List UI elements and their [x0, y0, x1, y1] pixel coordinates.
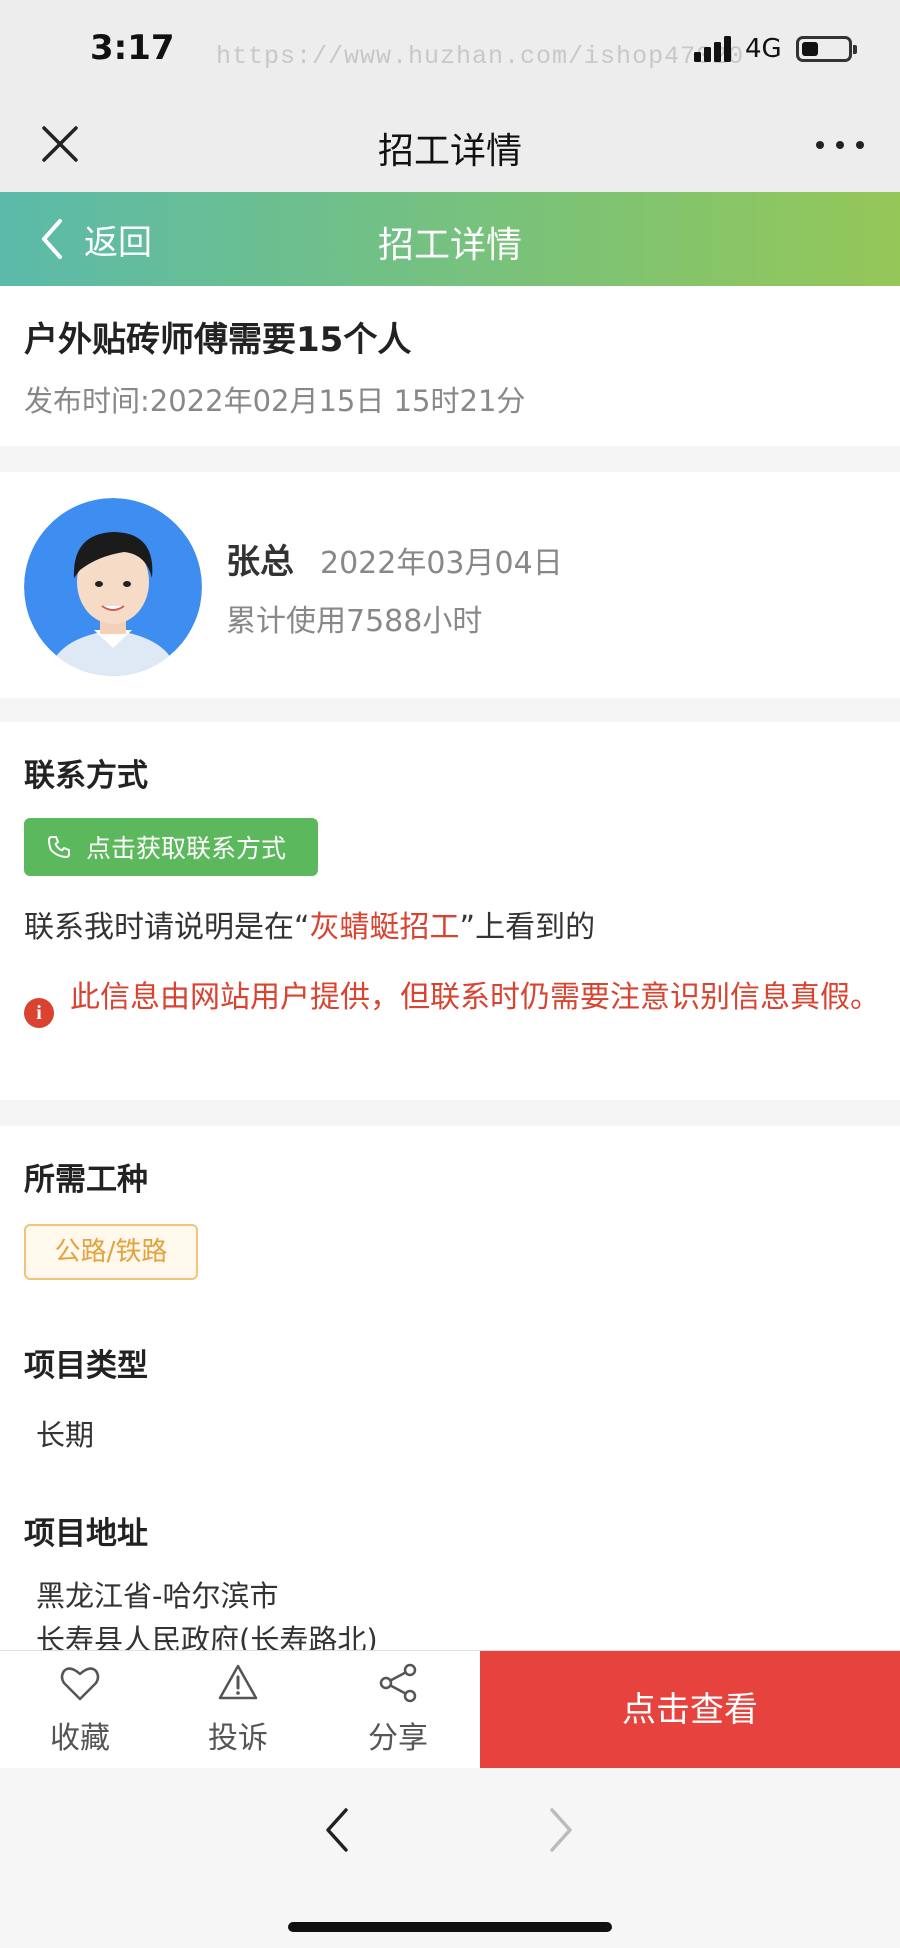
- project-type-title: 项目类型: [24, 1348, 148, 1384]
- favorite-button[interactable]: 收藏: [0, 1651, 160, 1769]
- job-info-card: 户外贴砖师傅需要15个人 发布时间:2022年02月15日 15时21分: [0, 286, 900, 446]
- info-icon: i: [24, 998, 54, 1028]
- warning-text: 此信息由网站用户提供，但联系时仍需要注意识别信息真假。: [70, 980, 880, 1015]
- trade-tag: 公路/铁路: [24, 1224, 198, 1280]
- battery-icon: [796, 36, 857, 62]
- status-bar: 3:17 https://www.huzhan.com/ishop47020 4…: [0, 0, 900, 100]
- contact-card: 联系方式 点击获取联系方式 联系我时请说明是在“灰蜻蜓招工”上看到的 i 此信息…: [0, 722, 900, 1100]
- contact-section-title: 联系方式: [24, 758, 148, 794]
- status-time: 3:17: [90, 28, 175, 68]
- project-type-value: 长期: [36, 1418, 95, 1452]
- poster-date: 2022年03月04日: [320, 546, 563, 581]
- heart-icon: [60, 1667, 100, 1701]
- wechat-title-bar: 招工详情: [0, 100, 900, 192]
- home-indicator[interactable]: [288, 1922, 612, 1932]
- job-title: 户外贴砖师傅需要15个人: [24, 320, 412, 360]
- phone-icon: [48, 836, 70, 858]
- watermark-url: https://www.huzhan.com/ishop47020: [216, 42, 745, 71]
- warning-notice: i 此信息由网站用户提供，但联系时仍需要注意识别信息真假。: [24, 974, 884, 1028]
- share-icon: [379, 1663, 417, 1703]
- project-address-title: 项目地址: [24, 1516, 148, 1552]
- page-header: 返回 招工详情: [0, 192, 900, 286]
- share-label: 分享: [368, 1721, 428, 1756]
- site-name-highlight: 灰蜻蜓招工: [309, 910, 460, 945]
- report-button[interactable]: 投诉: [158, 1651, 318, 1769]
- job-details-card: 所需工种 公路/铁路 项目类型 长期 项目地址 黑龙江省-哈尔滨市 长寿县人民政…: [0, 1126, 900, 1650]
- network-type: 4G: [745, 34, 782, 64]
- publish-time: 发布时间:2022年02月15日 15时21分: [24, 384, 526, 418]
- project-address-line2: 长寿县人民政府(长寿路北): [36, 1623, 378, 1650]
- favorite-label: 收藏: [50, 1721, 110, 1756]
- more-options-icon[interactable]: [810, 120, 870, 170]
- browser-forward-icon[interactable]: [540, 1804, 580, 1856]
- warning-triangle-icon: [218, 1664, 258, 1700]
- get-contact-button[interactable]: 点击获取联系方式: [24, 818, 318, 876]
- trade-section-title: 所需工种: [24, 1162, 148, 1198]
- bottom-action-bar: 收藏 投诉 分享 点击查看: [0, 1650, 900, 1769]
- signal-icon: [694, 36, 731, 62]
- project-address-line1: 黑龙江省-哈尔滨市: [36, 1579, 279, 1613]
- wechat-title: 招工详情: [377, 131, 522, 172]
- poster-name: 张总: [226, 542, 294, 582]
- view-contact-button[interactable]: 点击查看: [480, 1651, 900, 1769]
- report-label: 投诉: [208, 1721, 268, 1756]
- poster-usage: 累计使用7588小时: [226, 604, 483, 639]
- browser-back-icon[interactable]: [318, 1804, 358, 1856]
- browser-nav-bar: [0, 1768, 900, 1948]
- poster-card: 张总 2022年03月04日 累计使用7588小时: [0, 472, 900, 698]
- page-title: 招工详情: [377, 225, 522, 266]
- avatar: [24, 498, 202, 676]
- contact-note: 联系我时请说明是在“灰蜻蜓招工”上看到的: [24, 910, 596, 945]
- share-button[interactable]: 分享: [318, 1651, 478, 1769]
- get-contact-label: 点击获取联系方式: [86, 834, 287, 863]
